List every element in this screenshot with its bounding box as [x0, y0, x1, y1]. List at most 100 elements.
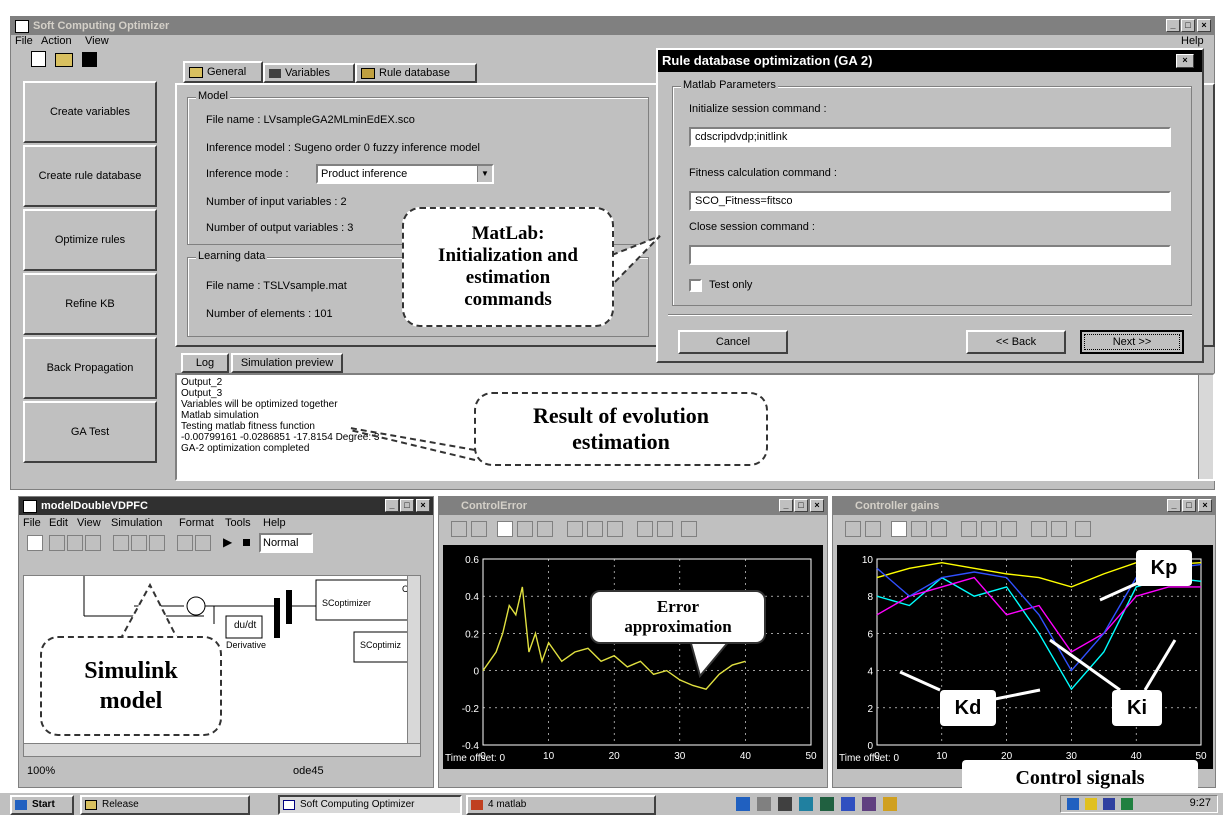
canvas-vscrollbar[interactable]	[407, 576, 420, 756]
gains-maximize-icon[interactable]: □	[1182, 499, 1196, 512]
tray-app-icon[interactable]	[820, 797, 835, 811]
ga-test-button[interactable]: GA Test	[23, 401, 157, 463]
simulink-minimize-icon[interactable]: _	[385, 499, 399, 512]
redo-icon[interactable]	[195, 535, 211, 551]
gains-print-icon[interactable]	[845, 521, 861, 537]
tray-app-icon[interactable]	[841, 797, 856, 811]
save-axes-icon[interactable]	[587, 521, 603, 537]
chevron-down-icon[interactable]: ▼	[477, 166, 492, 182]
maximize-icon[interactable]: □	[1181, 19, 1195, 32]
taskbar-item-release[interactable]: Release	[80, 795, 250, 815]
create-rule-database-button[interactable]: Create rule database	[23, 145, 157, 207]
gains-zoom-icon[interactable]	[891, 521, 907, 537]
new-model-icon[interactable]	[27, 535, 43, 551]
tab-rule-database[interactable]: Rule database	[355, 63, 477, 83]
simulink-menu-format[interactable]: Format	[179, 517, 214, 529]
simulink-menu-tools[interactable]: Tools	[225, 517, 251, 529]
tray-app-icon[interactable]	[799, 797, 814, 811]
tray-icon[interactable]	[1085, 798, 1097, 810]
undo-icon[interactable]	[177, 535, 193, 551]
control-error-maximize-icon[interactable]: □	[794, 499, 808, 512]
zoom-y-icon[interactable]	[537, 521, 553, 537]
save-model-icon[interactable]	[67, 535, 83, 551]
test-only-checkbox[interactable]	[689, 279, 702, 292]
menu-action[interactable]: Action	[41, 35, 72, 47]
gains-restore-axes-icon[interactable]	[1001, 521, 1017, 537]
simulink-menu-file[interactable]: File	[23, 517, 41, 529]
gains-params-icon[interactable]	[865, 521, 881, 537]
taskbar-item-matlab[interactable]: 4 matlab	[466, 795, 656, 815]
tray-app-icon[interactable]	[862, 797, 877, 811]
close-command-input[interactable]	[689, 245, 1171, 265]
next-button[interactable]: Next >>	[1080, 330, 1184, 354]
tab-general[interactable]: General	[183, 61, 263, 83]
dialog-close-icon[interactable]: ×	[1176, 54, 1194, 68]
play-icon[interactable]: ▶	[223, 535, 232, 549]
optimize-rules-button[interactable]: Optimize rules	[23, 209, 157, 271]
tab-simulation-preview[interactable]: Simulation preview	[231, 353, 343, 373]
close-icon[interactable]: ×	[1197, 19, 1211, 32]
open-folder-icon[interactable]	[55, 53, 74, 67]
lock-axes-icon[interactable]	[657, 521, 673, 537]
control-error-minimize-icon[interactable]: _	[779, 499, 793, 512]
print-icon[interactable]	[85, 535, 101, 551]
gains-zoom-x-icon[interactable]	[911, 521, 927, 537]
init-command-input[interactable]: cdscripdvdp;initlink	[689, 127, 1171, 147]
tab-variables[interactable]: Variables	[263, 63, 355, 83]
print-scope-icon[interactable]	[451, 521, 467, 537]
stop-icon[interactable]	[243, 539, 250, 546]
gains-zoom-y-icon[interactable]	[931, 521, 947, 537]
simulink-menu-edit[interactable]: Edit	[49, 517, 68, 529]
zoom-icon[interactable]	[497, 521, 513, 537]
signal-selection-icon[interactable]	[681, 521, 697, 537]
gains-save-axes-icon[interactable]	[981, 521, 997, 537]
params-icon[interactable]	[471, 521, 487, 537]
log-scrollbar[interactable]	[1198, 375, 1213, 479]
menu-help[interactable]: Help	[1181, 35, 1204, 47]
menu-file[interactable]: File	[15, 35, 33, 47]
control-error-close-icon[interactable]: ×	[810, 499, 824, 512]
tray-icon[interactable]	[1067, 798, 1079, 810]
open-icon[interactable]	[49, 535, 65, 551]
tray-icon[interactable]	[1103, 798, 1115, 810]
simulation-mode-select[interactable]: Normal	[259, 533, 313, 553]
back-button[interactable]: << Back	[966, 330, 1066, 354]
floating-scope-icon[interactable]	[637, 521, 653, 537]
back-propagation-button[interactable]: Back Propagation	[23, 337, 157, 399]
new-file-icon[interactable]	[31, 51, 46, 67]
gains-close-icon[interactable]: ×	[1198, 499, 1212, 512]
simulink-menu-simulation[interactable]: Simulation	[111, 517, 162, 529]
tray-app-icon[interactable]	[883, 797, 898, 811]
tray-app-icon[interactable]	[778, 797, 793, 811]
paste-icon[interactable]	[149, 535, 165, 551]
tray-icon[interactable]	[1121, 798, 1133, 810]
menu-view[interactable]: View	[85, 35, 109, 47]
create-variables-button[interactable]: Create variables	[23, 81, 157, 143]
tab-log[interactable]: Log	[181, 353, 229, 373]
gains-lock-icon[interactable]	[1051, 521, 1067, 537]
simulink-maximize-icon[interactable]: □	[400, 499, 414, 512]
restore-axes-icon[interactable]	[607, 521, 623, 537]
tray-app-icon[interactable]	[736, 797, 750, 811]
zoom-x-icon[interactable]	[517, 521, 533, 537]
refine-kb-button[interactable]: Refine KB	[23, 273, 157, 335]
canvas-hscrollbar[interactable]	[24, 743, 420, 756]
start-button[interactable]: Start	[10, 795, 74, 815]
copy-icon[interactable]	[131, 535, 147, 551]
fitness-command-input[interactable]: SCO_Fitness=fitsco	[689, 191, 1171, 211]
gains-floating-icon[interactable]	[1031, 521, 1047, 537]
cut-icon[interactable]	[113, 535, 129, 551]
minimize-icon[interactable]: _	[1166, 19, 1180, 32]
simulink-menu-view[interactable]: View	[77, 517, 101, 529]
gains-minimize-icon[interactable]: _	[1167, 499, 1181, 512]
inference-mode-select[interactable]: Product inference ▼	[316, 164, 494, 184]
tray-app-icon[interactable]	[757, 797, 772, 811]
taskbar-item-sco[interactable]: Soft Computing Optimizer	[278, 795, 462, 815]
gains-autoscale-icon[interactable]	[961, 521, 977, 537]
simulink-menu-help[interactable]: Help	[263, 517, 286, 529]
save-icon[interactable]	[82, 52, 98, 67]
simulink-close-icon[interactable]: ×	[416, 499, 430, 512]
gains-signal-icon[interactable]	[1075, 521, 1091, 537]
autoscale-icon[interactable]	[567, 521, 583, 537]
cancel-button[interactable]: Cancel	[678, 330, 788, 354]
